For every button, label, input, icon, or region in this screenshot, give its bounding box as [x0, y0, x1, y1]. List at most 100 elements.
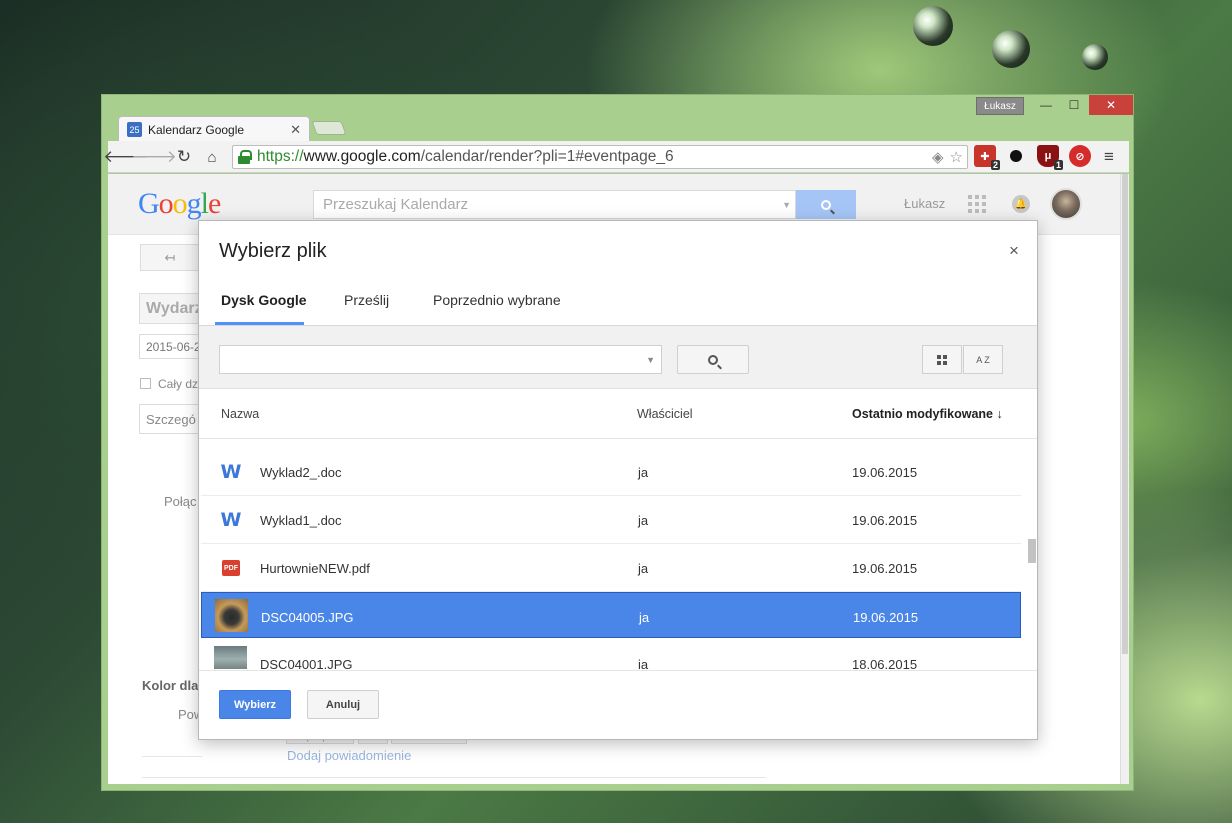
column-name-header[interactable]: Nazwa [221, 407, 259, 421]
maximize-button[interactable]: ☐ [1061, 95, 1087, 115]
extension-red-icon[interactable]: ✚ 2 [974, 145, 1000, 170]
file-name: DSC04001.JPG [260, 657, 353, 669]
forward-arrow-icon[interactable]: 🡒 [131, 146, 177, 168]
page-scrollbar-thumb[interactable] [1122, 174, 1128, 654]
extension-badge: 2 [990, 160, 1000, 170]
profile-badge[interactable]: Łukasz [976, 97, 1024, 115]
page-action-icon[interactable]: ◈ [932, 148, 944, 166]
connect-label: Połąc [164, 494, 197, 509]
file-list-scrollbar[interactable] [1028, 539, 1036, 563]
sort-az-icon: A Z [976, 354, 990, 365]
file-date: 18.06.2015 [852, 657, 918, 669]
divider [142, 756, 202, 757]
url-path: /calendar/render?pli=1#eventpage_6 [420, 148, 674, 165]
event-title-field[interactable]: Wydarz [139, 293, 204, 324]
calendar-search-input[interactable]: Przeszukaj Kalendarz ▼ [313, 190, 796, 219]
color-label: Kolor dla [142, 678, 199, 693]
details-tab[interactable]: Szczegó [139, 404, 204, 434]
file-name: Wyklad1_.doc [260, 513, 342, 528]
browser-tab[interactable]: 25 Kalendarz Google ✕ [118, 116, 310, 142]
column-owner-header[interactable]: Właściciel [637, 407, 693, 421]
grid-view-icon [937, 354, 947, 365]
file-date: 19.06.2015 [852, 561, 918, 576]
file-name: Wyklad2_.doc [260, 465, 342, 480]
browser-toolbar: 🡐 🡒 ↻ ⌂ https:// www.google.com /calenda… [103, 141, 1129, 173]
url-scheme: https:// [257, 148, 304, 165]
tab-title: Kalendarz Google [148, 122, 245, 137]
divider [142, 777, 766, 778]
file-list: W Wyklad2_.doc ja 19.06.2015 W Wyklad1_.… [199, 440, 1037, 669]
pdf-file-icon: PDF [221, 558, 241, 578]
lock-icon [237, 150, 252, 164]
file-owner: ja [639, 610, 650, 625]
file-owner: ja [638, 513, 649, 528]
wallpaper-bubble [992, 30, 1030, 68]
all-day-label: Cały dz [158, 377, 199, 391]
extension-badge: 1 [1053, 160, 1063, 170]
ublock-icon[interactable]: μ1 [1037, 145, 1063, 170]
search-icon [821, 199, 831, 210]
minimize-button[interactable]: — [1033, 95, 1059, 115]
close-window-button[interactable]: ✕ [1089, 95, 1133, 115]
file-name: HurtownieNEW.pdf [260, 561, 370, 576]
account-name[interactable]: Łukasz [904, 196, 945, 211]
extension-black-dot-icon[interactable] [1005, 145, 1027, 167]
file-row[interactable]: W Wyklad2_.doc ja 19.06.2015 [201, 448, 1021, 496]
back-button[interactable]: ↤ [140, 244, 200, 271]
column-modified-header[interactable]: Ostatnio modyfikowane ↓ [852, 407, 1003, 421]
event-date-field[interactable]: 2015-06-2 [139, 334, 204, 359]
bookmark-star-icon[interactable]: ☆ [950, 148, 963, 166]
lastpass-icon[interactable]: ⊘ [1069, 145, 1091, 167]
calendar-search-button[interactable] [796, 190, 856, 219]
notifications-bell-icon[interactable]: 🔔 [1012, 195, 1030, 213]
file-owner: ja [638, 561, 649, 576]
tab-google-drive[interactable]: Dysk Google [221, 292, 307, 308]
file-list-header: Nazwa Właściciel Ostatnio modyfikowane ↓ [199, 390, 1037, 439]
file-picker-dialog: Wybierz plik × Dysk Google Prześlij Popr… [198, 220, 1038, 740]
file-row[interactable]: DSC04001.JPG ja 18.06.2015 [201, 640, 1021, 669]
file-date: 19.06.2015 [852, 465, 918, 480]
file-date: 19.06.2015 [853, 610, 919, 625]
file-date: 19.06.2015 [852, 513, 918, 528]
tab-recently-selected[interactable]: Poprzednio wybrane [433, 292, 561, 308]
file-row-selected[interactable]: DSC04005.JPG ja 19.06.2015 [201, 592, 1021, 638]
file-search-input[interactable]: ▼ [219, 345, 662, 374]
file-name: DSC04005.JPG [261, 610, 354, 625]
add-notification-link[interactable]: Dodaj powiadomienie [287, 748, 411, 763]
calendar-search-placeholder: Przeszukaj Kalendarz [323, 196, 469, 213]
home-icon[interactable]: ⌂ [201, 146, 223, 168]
google-logo[interactable]: Google [138, 187, 221, 221]
divider [199, 670, 1037, 671]
apps-grid-icon[interactable] [968, 195, 986, 213]
image-thumbnail [215, 599, 248, 632]
file-row[interactable]: PDF HurtownieNEW.pdf ja 19.06.2015 [201, 544, 1021, 592]
file-owner: ja [638, 465, 649, 480]
search-options-dropdown-icon[interactable]: ▼ [646, 355, 655, 365]
tab-close-icon[interactable]: ✕ [290, 122, 301, 138]
dialog-close-icon[interactable]: × [1009, 241, 1019, 261]
avatar[interactable] [1050, 188, 1082, 220]
back-arrow-icon: ↤ [164, 249, 176, 265]
select-button[interactable]: Wybierz [219, 690, 291, 719]
tab-upload[interactable]: Prześlij [344, 292, 389, 308]
file-search-button[interactable] [677, 345, 749, 374]
new-tab-button[interactable] [311, 121, 347, 135]
all-day-checkbox[interactable] [140, 378, 151, 389]
menu-icon[interactable]: ≡ [1098, 146, 1120, 168]
cancel-button[interactable]: Anuluj [307, 690, 379, 719]
file-row[interactable]: W Wyklad1_.doc ja 19.06.2015 [201, 496, 1021, 544]
search-icon [708, 354, 718, 365]
page-scrollbar[interactable] [1120, 174, 1129, 784]
sort-button[interactable]: A Z [963, 345, 1003, 374]
search-dropdown-icon[interactable]: ▼ [782, 200, 791, 210]
calendar-favicon-icon: 25 [127, 122, 142, 137]
address-bar[interactable]: https:// www.google.com /calendar/render… [232, 145, 968, 169]
grid-view-button[interactable] [922, 345, 962, 374]
wallpaper-bubble [1082, 44, 1108, 70]
reload-icon[interactable]: ↻ [173, 146, 195, 168]
word-doc-icon: W [220, 461, 242, 483]
url-host: www.google.com [303, 148, 421, 165]
wallpaper-bubble [913, 6, 953, 46]
file-search-bar: ▼ A Z [199, 326, 1037, 389]
image-thumbnail [214, 646, 247, 669]
